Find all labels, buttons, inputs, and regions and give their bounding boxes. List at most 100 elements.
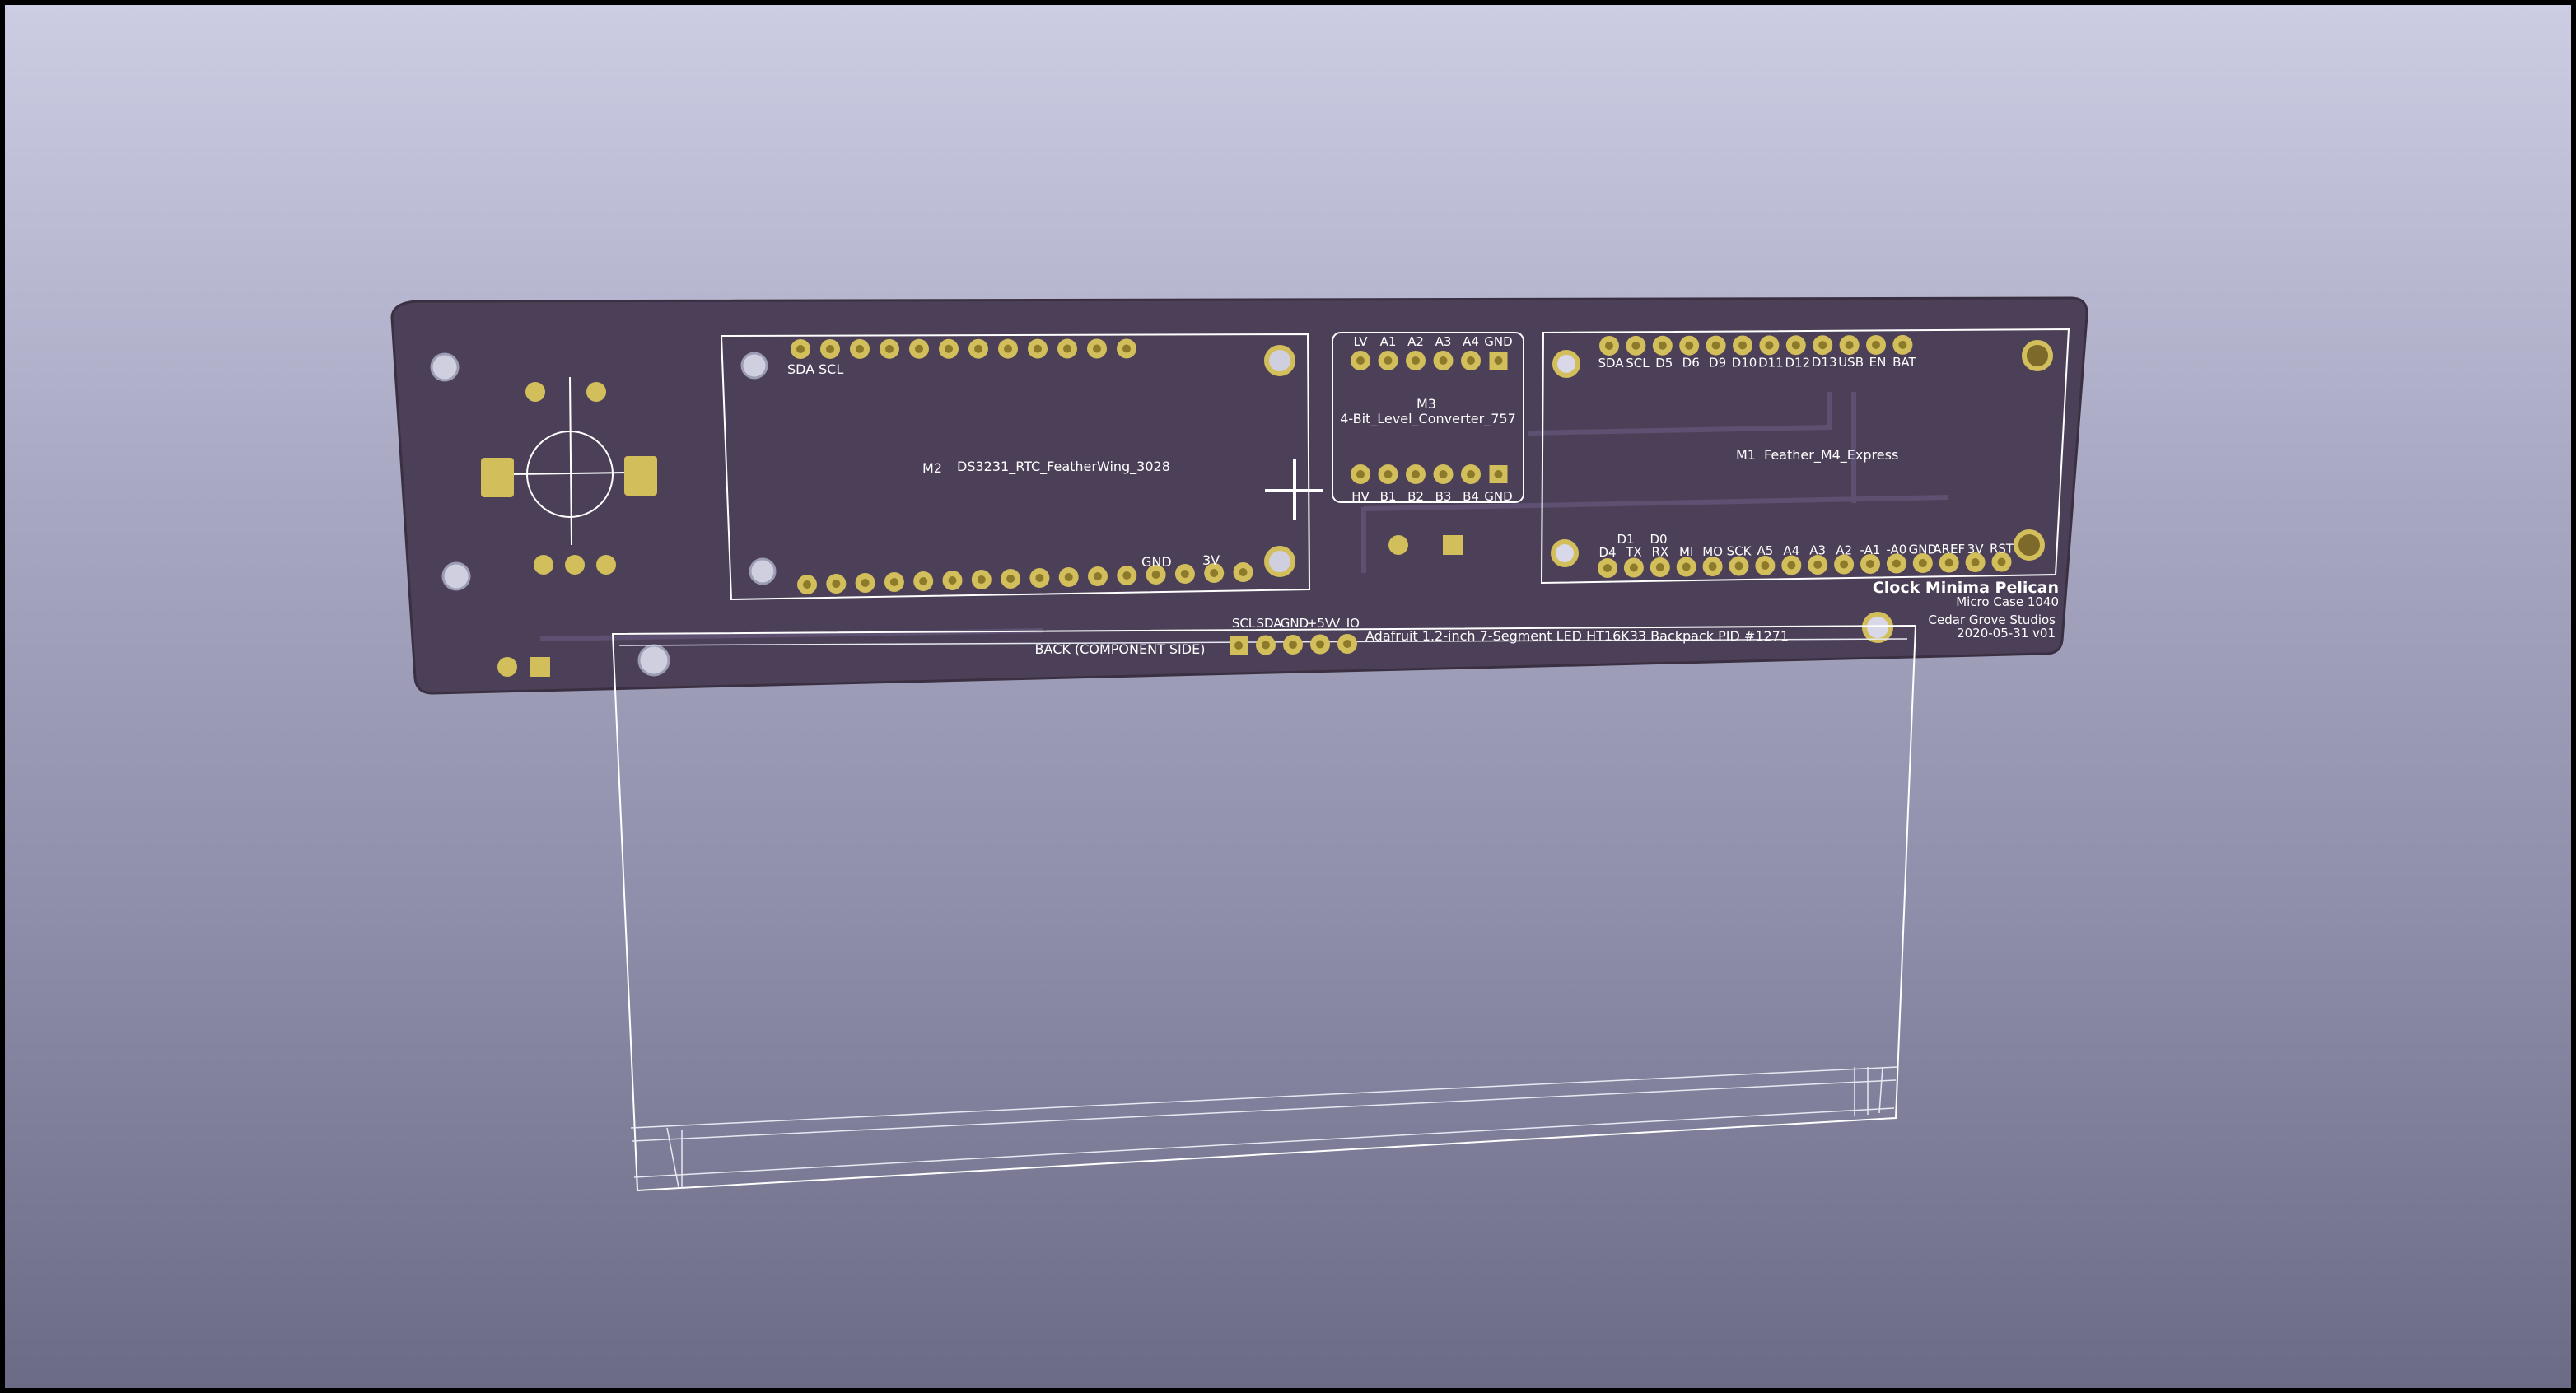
display-module[interactable]: BACK (COMPONENT SIDE) SCL SDAGND+5VV_IO A… (611, 616, 1917, 1192)
m1-top-pad (1626, 335, 1646, 356)
m2-bot-pad (971, 570, 992, 589)
m3-top-pad (1461, 351, 1481, 370)
m1-top-pad (1599, 336, 1619, 356)
board-version: 2020-05-31 v01 (1957, 626, 2056, 641)
m1-bot-pin-label: -A1 (1860, 543, 1881, 557)
m2-pin-3v: 3V (1202, 552, 1220, 568)
m2-top-pad (1087, 338, 1107, 359)
m1-top-pin-label: D13 (1812, 355, 1837, 370)
m1-bot-pin-label: AREF (1933, 542, 1965, 557)
m3-bot-pin-label: HV (1351, 489, 1370, 504)
m1-bot-pin-label: MI (1679, 544, 1693, 559)
m2-top-pad (850, 338, 870, 359)
display-pad (1310, 634, 1330, 655)
m1-bot-pin-label: RX (1651, 544, 1668, 559)
m1-bot-pin-label: RST (1990, 542, 2014, 557)
m1-top-pad (1866, 335, 1886, 355)
m3-ref: M3 (1416, 396, 1436, 412)
display-pin-labels: SCL SDAGND+5VV_IO (1232, 616, 1360, 631)
m2-bot-pad (855, 573, 875, 593)
display-pin-label: V_IO (1332, 616, 1360, 631)
m2-top-pad (909, 338, 929, 359)
m3-bot-pin-label: B4 (1463, 489, 1479, 504)
m1-bot-pad (1781, 555, 1802, 575)
m1-top-pad (1839, 335, 1860, 356)
m2-top-pad (968, 338, 988, 359)
m1-top-pin-label: SCL (1626, 356, 1650, 370)
m1-top-pad (1679, 335, 1700, 356)
m3-top-pin-label: GND (1484, 334, 1512, 349)
m2-bot-pad (1029, 568, 1050, 588)
display-pad (1283, 635, 1303, 655)
3d-viewer-canvas[interactable]: SDA SCL GND 3V M2 DS3231_RTC_FeatherWing… (5, 5, 2571, 1388)
m1-top-pin-label: D11 (1758, 355, 1784, 370)
m1-top-pin-label: USB (1838, 355, 1864, 370)
m3-bot-pin-label: B1 (1380, 489, 1397, 504)
m1-top-pin-label: D6 (1682, 356, 1700, 370)
m1-bot-pad (1623, 557, 1644, 578)
m1-top-pad (1652, 335, 1673, 356)
m1-bot-pin-label: 3V (1967, 542, 1985, 557)
display-pin-label: GND (1281, 616, 1309, 631)
m3-top-pad (1351, 351, 1370, 370)
m3-bot-pin-label: GND (1484, 489, 1512, 504)
m2-top-pad (820, 338, 840, 359)
m3-top-pad (1378, 351, 1398, 370)
m1-bot-pad (1755, 556, 1776, 575)
m2-top-pad (880, 338, 899, 359)
m2-pin-sda: SDA (787, 361, 814, 377)
m1-bot-pin-label: A5 (1757, 543, 1773, 558)
back-label: BACK (COMPONENT SIDE) (1035, 641, 1206, 657)
m1-bot-pin-label: TX (1625, 545, 1641, 560)
m3-top-pin-label: LV (1354, 334, 1369, 349)
m3-top-pad (1433, 351, 1454, 370)
m1-top-pad (1706, 335, 1726, 356)
m3-name: 4-Bit_Level_Converter_757 (1340, 411, 1516, 427)
m1-bot-pin-label: A2 (1836, 543, 1852, 557)
m3-bot-pad (1489, 465, 1508, 483)
m2-bot-pad (884, 572, 904, 592)
m3-top-pin-label: A1 (1380, 334, 1397, 349)
display-name: Adafruit 1.2-inch 7-Segment LED HT16K33 … (1365, 628, 1789, 644)
m3-bot-pad (1378, 464, 1398, 484)
m1-pin-d1: D1 (1617, 532, 1634, 547)
m1-top-pin-label: D9 (1709, 356, 1726, 370)
m1-bot-pin-label: -A0 (1886, 543, 1906, 557)
m3-bot-pad (1461, 464, 1481, 484)
m1-ref: M1 (1736, 447, 1756, 463)
m1-top-pin-label: SDA (1598, 356, 1624, 370)
m3-top-pad (1406, 351, 1426, 370)
m2-bot-pad (1058, 567, 1079, 587)
m3-bot-pad (1406, 464, 1426, 484)
m1-top-pin-label: D5 (1655, 356, 1673, 370)
m1-top-pad (1785, 335, 1806, 356)
display-pin-label: SCL (1232, 616, 1256, 631)
m1-bot-pin-label: A4 (1783, 543, 1799, 558)
display-pad (1256, 635, 1276, 655)
m2-bot-pad (1117, 566, 1137, 585)
m3-bot-pin-label: B2 (1407, 489, 1424, 504)
m3-top-pad (1489, 352, 1508, 370)
m1-bot-pad (1676, 557, 1696, 577)
m1-bot-pin-label: D4 (1598, 545, 1616, 560)
m1-bot-pin-label: A3 (1809, 543, 1826, 558)
m2-bot-pad (1001, 569, 1021, 589)
m1-bot-pad (1729, 556, 1749, 576)
m2-top-pad (998, 338, 1018, 359)
m3-bot-pad (1433, 464, 1454, 484)
m2-pin-scl: SCL (819, 361, 843, 377)
m2-bot-pad (913, 571, 934, 591)
m1-top-pad (1892, 334, 1913, 355)
m3-bot-pin-label: B3 (1435, 489, 1452, 504)
m1-top-pin-label: D12 (1785, 355, 1810, 370)
m2-top-pad (1028, 338, 1048, 359)
m1-top-pin-label: D10 (1732, 356, 1757, 370)
m2-bot-pad (1233, 562, 1253, 582)
m3-top-pin-label: A4 (1463, 334, 1479, 349)
m2-bot-pad (826, 574, 847, 594)
display-pad (1337, 634, 1357, 654)
m2-bot-pad (1088, 566, 1108, 586)
m1-bot-pad (1702, 557, 1723, 576)
display-pin-label: +5V (1307, 616, 1334, 631)
m2-bot-pad (942, 571, 963, 590)
